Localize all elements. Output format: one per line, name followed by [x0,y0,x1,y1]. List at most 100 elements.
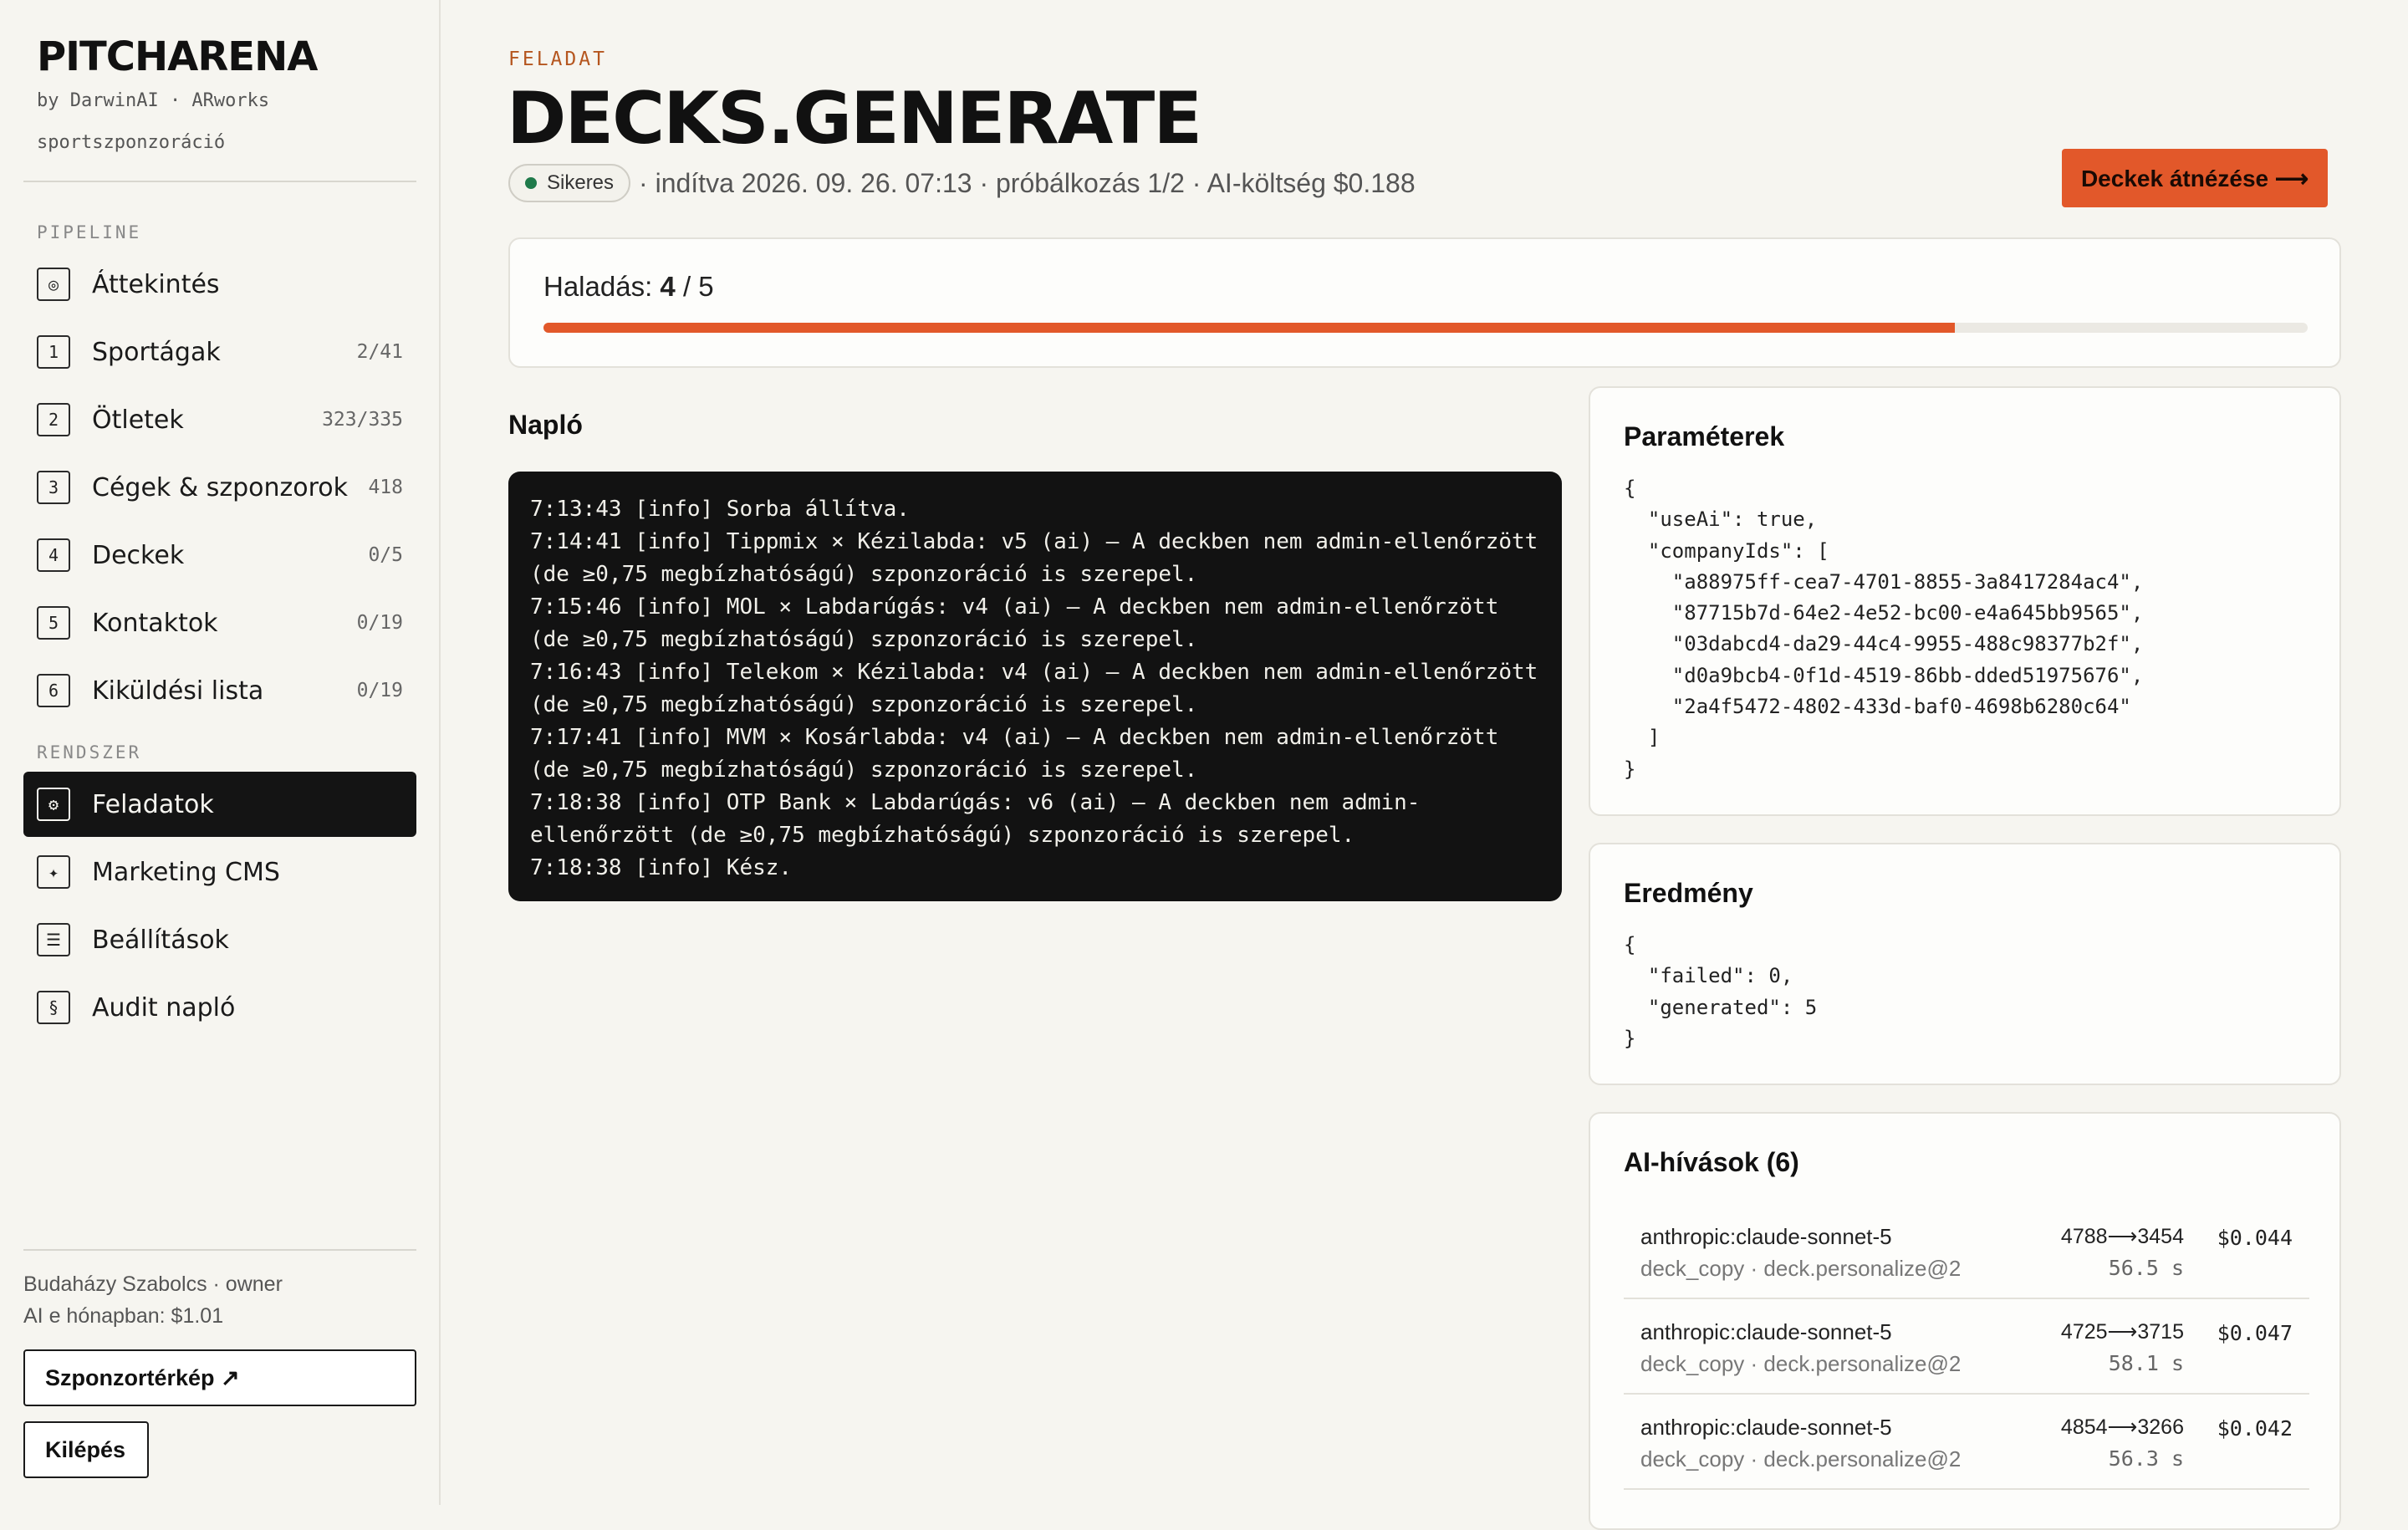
progress-fill [543,323,1955,333]
sidebar-item-label: Áttekintés [92,269,220,299]
ai-call-purpose: deck_copy · deck.personalize@2 [1640,1256,1962,1281]
sidebar-item-count: 0/19 [356,612,403,634]
progress-label: Haladás: 4 / 5 [543,271,714,303]
sidebar-item-contacts[interactable]: 5 Kontaktok 0/19 [23,590,416,655]
ai-call-duration: 58.1 s [2108,1351,2184,1375]
sidebar-item-label: Sportágak [92,337,221,367]
review-decks-button[interactable]: Deckek átnézése ⟶ [2062,149,2328,207]
overview-icon: ◎ [37,268,70,301]
step-6-icon: 6 [37,674,70,707]
sidebar-footer-divider [23,1249,416,1251]
params-card: Paraméterek { "useAi": true, "companyIds… [1589,386,2341,816]
log-line: 7:17:41 [info] MVM × Kosárlabda: v4 (ai)… [530,725,1513,783]
job-meta-row: Sikeres · indítva 2026. 09. 26. 07:13 · … [508,164,1416,202]
sidebar-item-label: Deckek [92,540,185,570]
progress-total: 5 [698,271,714,302]
ai-calls-card: AI-hívások (6) anthropic:claude-sonnet-5… [1589,1112,2341,1530]
user-info: Budaházy Szabolcs · owner [23,1272,283,1296]
log-line: 7:16:43 [info] Telekom × Kézilabda: v4 (… [530,660,1551,717]
log-line: 7:14:41 [info] Tippmix × Kézilabda: v5 (… [530,529,1551,587]
log-console[interactable]: 7:13:43 [info] Sorba állítva. 7:14:41 [in… [508,472,1562,901]
sidebar-item-count: 0/5 [368,544,403,566]
sidebar-item-overview[interactable]: ◎ Áttekintés [23,252,416,317]
sidebar-item-count: 0/19 [356,680,403,701]
log-line: 7:18:38 [info] OTP Bank × Labdarúgás: v6… [530,790,1421,848]
step-2-icon: 2 [37,403,70,436]
sidebar-item-ideas[interactable]: 2 Ötletek 323/335 [23,387,416,452]
ai-call-row[interactable]: anthropic:claude-sonnet-5 deck_copy · de… [1624,1301,2309,1395]
sidebar-item-settings[interactable]: ☰ Beállítások [23,907,416,972]
status-badge: Sikeres [508,164,631,202]
sidebar: PITCHARENA by DarwinAI · ARworks sportsz… [0,0,441,1505]
sidebar-item-count: 418 [368,477,403,498]
ai-call-cost: $0.042 [2217,1416,2293,1441]
job-meta: · indítva 2026. 09. 26. 07:13 · próbálko… [639,167,1416,198]
progress-card: Haladás: 4 / 5 [508,237,2341,368]
sidebar-item-label: Kontaktok [92,608,218,638]
progress-done: 4 [660,271,676,302]
ai-call-model: anthropic:claude-sonnet-5 [1640,1319,1892,1344]
brand-logo[interactable]: PITCHARENA [37,33,318,80]
step-5-icon: 5 [37,606,70,640]
status-badge-label: Sikeres [547,171,615,194]
sidebar-item-tasks[interactable]: ⚙ Feladatok [23,772,416,837]
page-kicker: FELADAT [508,48,607,70]
ai-calls-title: AI-hívások (6) [1624,1147,1799,1177]
progress-track [543,323,2308,333]
log-line: 7:13:43 [info] Sorba állítva. [530,497,910,522]
log-title: Napló [508,410,583,440]
ai-call-duration: 56.5 s [2108,1256,2184,1280]
ai-call-tokens: 4725⟶3715 [2060,1320,2184,1344]
ai-monthly-cost: AI e hónapban: $1.01 [23,1304,224,1328]
ai-call-model: anthropic:claude-sonnet-5 [1640,1224,1892,1249]
sidebar-item-label: Kiküldési lista [92,676,264,706]
status-dot-icon [525,177,537,189]
sidebar-divider [23,181,416,182]
brand-subtitle: by DarwinAI · ARworks [37,90,270,111]
result-card: Eredmény { "failed": 0, "generated": 5 } [1589,843,2341,1085]
sidebar-item-sports[interactable]: 1 Sportágak 2/41 [23,319,416,385]
step-4-icon: 4 [37,538,70,572]
step-1-icon: 1 [37,335,70,369]
sidebar-item-label: Audit napló [92,992,236,1023]
sparkle-icon: ✦ [37,855,70,889]
pipeline-section-label: PIPELINE [37,222,142,242]
page-title: DECKS.GENERATE [507,77,1202,161]
sidebar-item-companies[interactable]: 3 Cégek & szponzorok 418 [23,455,416,520]
params-title: Paraméterek [1624,421,1785,451]
ai-call-row[interactable]: anthropic:claude-sonnet-5 deck_copy · de… [1624,1206,2309,1299]
sidebar-item-count: 2/41 [356,341,403,363]
ai-call-purpose: deck_copy · deck.personalize@2 [1640,1351,1962,1376]
ai-call-cost: $0.047 [2217,1321,2293,1345]
sidebar-item-marketing-cms[interactable]: ✦ Marketing CMS [23,839,416,905]
progress-label-text: Haladás: [543,271,653,302]
system-section-label: RENDSZER [37,742,142,762]
ai-call-purpose: deck_copy · deck.personalize@2 [1640,1446,1962,1471]
brand-tagline: sportszponzoráció [37,132,226,153]
sidebar-item-audit-log[interactable]: § Audit napló [23,975,416,1040]
log-line: 7:15:46 [info] MOL × Labdarúgás: v4 (ai)… [530,594,1513,652]
gear-icon: ⚙ [37,788,70,821]
logout-button[interactable]: Kilépés [23,1421,149,1478]
step-3-icon: 3 [37,471,70,504]
result-title: Eredmény [1624,878,1753,908]
ai-call-tokens: 4788⟶3454 [2060,1225,2184,1248]
sidebar-item-label: Ötletek [92,405,184,435]
ai-call-row[interactable]: anthropic:claude-sonnet-5 deck_copy · de… [1624,1396,2309,1490]
sidebar-item-count: 323/335 [322,409,403,431]
result-json: { "failed": 0, "generated": 5 } [1624,933,1818,1050]
progress-separator: / [682,271,691,302]
sidebar-item-label: Marketing CMS [92,857,280,887]
section-icon: § [37,991,70,1024]
sponsor-map-button[interactable]: Szponzortérkép ↗ [23,1349,416,1406]
sidebar-item-send-list[interactable]: 6 Kiküldési lista 0/19 [23,658,416,723]
ai-call-tokens: 4854⟶3266 [2060,1415,2184,1439]
sidebar-item-label: Beállítások [92,925,229,955]
menu-icon: ☰ [37,923,70,956]
sidebar-item-label: Cégek & szponzorok [92,472,349,502]
ai-call-duration: 56.3 s [2108,1446,2184,1471]
sidebar-item-label: Feladatok [92,789,214,819]
ai-call-model: anthropic:claude-sonnet-5 [1640,1415,1892,1440]
log-line: 7:18:38 [info] Kész. [530,855,793,880]
sidebar-item-decks[interactable]: 4 Deckek 0/5 [23,523,416,588]
